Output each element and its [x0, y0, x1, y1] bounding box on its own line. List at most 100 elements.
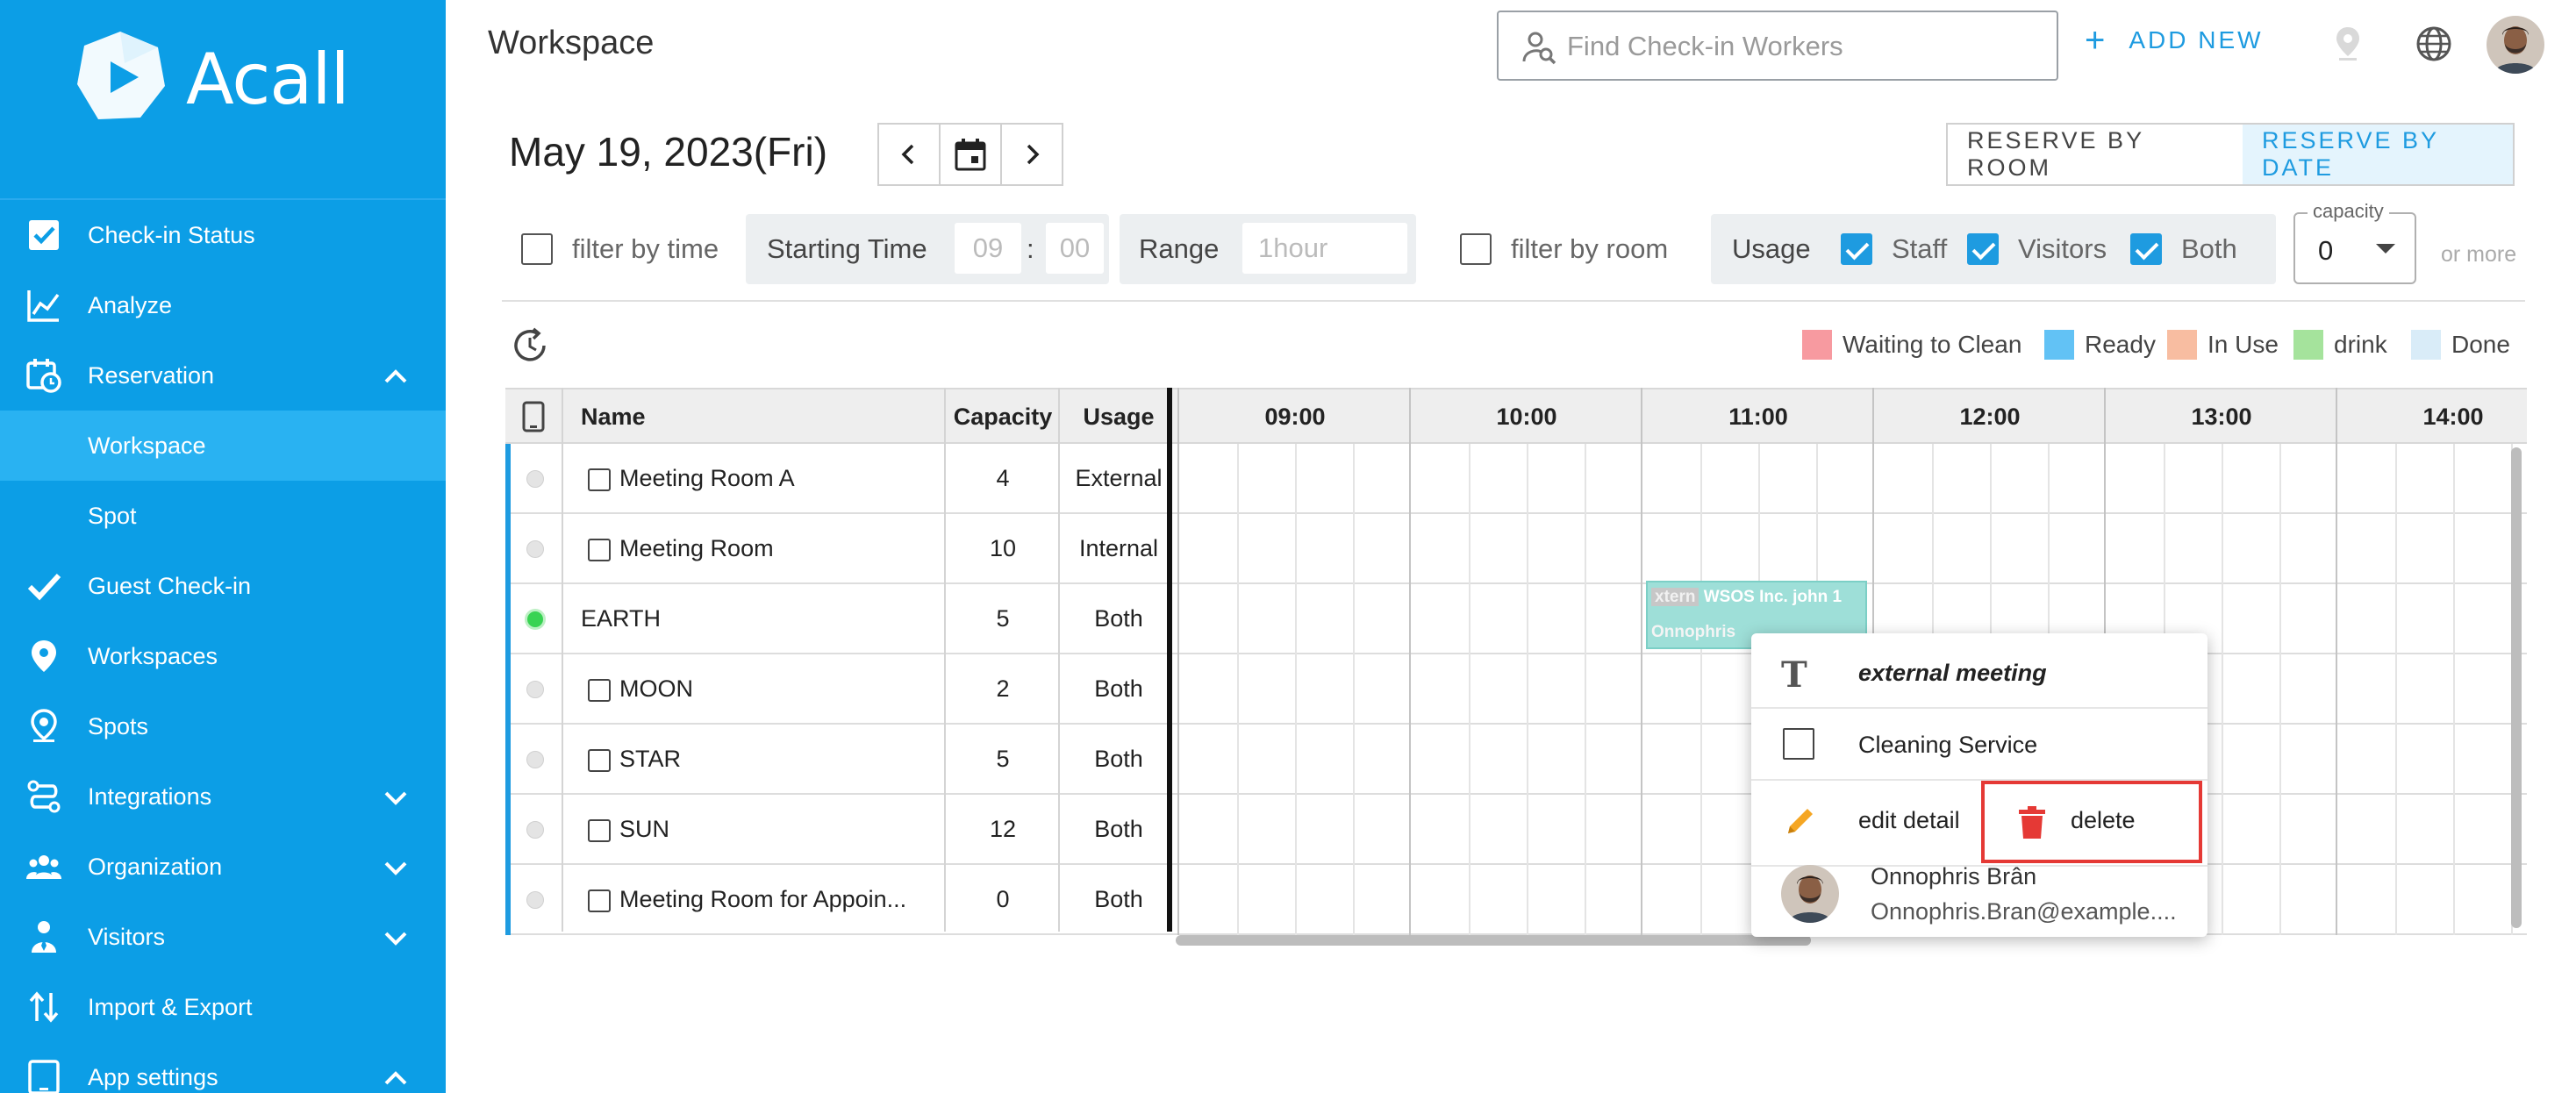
sidebar-item-reservation[interactable]: Reservation	[0, 340, 446, 411]
text-type-icon: T	[1781, 654, 1807, 696]
status-offline-dot	[526, 540, 544, 558]
sidebar-item-import-export[interactable]: Import & Export	[0, 972, 446, 1042]
search-box[interactable]	[1497, 11, 2058, 81]
avatar-photo-icon	[1781, 865, 1839, 923]
capacity-column-header[interactable]: Capacity	[948, 389, 1058, 444]
sidebar-item-spot[interactable]: Spot	[0, 481, 446, 551]
grid-line	[1641, 388, 1642, 935]
sidebar-item-guest-check-in[interactable]: Guest Check-in	[0, 551, 446, 621]
filter-by-time-checkbox[interactable]	[521, 233, 553, 265]
sidebar-item-check-in-status[interactable]: Check-in Status	[0, 200, 446, 270]
range-input[interactable]: 1hour	[1242, 223, 1407, 274]
room-select-checkbox[interactable]	[588, 468, 611, 491]
next-day-button[interactable]	[1000, 123, 1063, 186]
table-row[interactable]: EARTH 5 Both	[505, 584, 2527, 654]
chevron-down-icon[interactable]	[383, 925, 409, 951]
legend-item: Ready	[2044, 330, 2156, 360]
edit-detail-button[interactable]: edit detail	[1858, 807, 1960, 834]
chevron-down-icon[interactable]	[383, 854, 409, 881]
grid-line	[2336, 388, 2337, 935]
legend-item: Done	[2411, 330, 2510, 360]
room-name[interactable]: EARTH	[581, 605, 661, 632]
table-row[interactable]: Meeting Room 10 Internal	[505, 514, 2527, 584]
room-usage: Both	[1094, 886, 1143, 912]
room-name[interactable]: Meeting Room for Appoin...	[619, 886, 906, 913]
starting-hour-input[interactable]: 09	[955, 223, 1021, 274]
calendar-button[interactable]	[939, 123, 1002, 186]
vertical-scrollbar[interactable]	[2511, 447, 2522, 928]
delete-button[interactable]: delete	[1981, 781, 2202, 863]
sidebar-item-visitors[interactable]: Visitors	[0, 902, 446, 972]
staff-checkbox[interactable]	[1841, 233, 1872, 265]
status-offline-dot	[526, 891, 544, 909]
room-name[interactable]: SUN	[619, 816, 669, 843]
grid-line	[1237, 444, 1239, 935]
cleaning-service-label[interactable]: Cleaning Service	[1858, 732, 2037, 759]
visitors-checkbox[interactable]	[1967, 233, 1999, 265]
acall-logo-icon[interactable]	[72, 28, 168, 125]
pencil-icon[interactable]	[1783, 804, 1818, 839]
room-name[interactable]: Meeting Room A	[619, 465, 795, 492]
sidebar-item-workspaces[interactable]: Workspaces	[0, 621, 446, 691]
grid-line	[1409, 388, 1411, 935]
status-online-dot	[525, 609, 546, 630]
chevron-up-icon[interactable]	[383, 1065, 409, 1091]
room-select-checkbox[interactable]	[588, 679, 611, 702]
menu-separator	[1751, 707, 2207, 709]
grid-line	[1469, 444, 1470, 935]
table-row[interactable]: Meeting Room for Appoin... 0 Both	[505, 865, 2527, 935]
starting-minute-input[interactable]: 00	[1046, 223, 1104, 274]
cleaning-service-checkbox[interactable]	[1783, 728, 1814, 760]
sidebar-item-organization[interactable]: Organization	[0, 832, 446, 902]
room-select-checkbox[interactable]	[588, 889, 611, 912]
room-name[interactable]: STAR	[619, 746, 681, 773]
legend-swatch	[2293, 330, 2323, 360]
table-row[interactable]: MOON 2 Both	[505, 654, 2527, 725]
filter-by-room-checkbox[interactable]	[1460, 233, 1492, 265]
visitor-icon	[32, 921, 56, 953]
user-avatar[interactable]	[2487, 16, 2544, 74]
table-row[interactable]: Meeting Room A 4 External	[505, 444, 2527, 514]
reserve-by-room-button[interactable]: RESERVE BY ROOM	[1948, 125, 2243, 184]
pinned-columns-divider[interactable]	[1167, 388, 1172, 932]
sidebar-item-integrations[interactable]: Integrations	[0, 761, 446, 832]
status-offline-dot	[526, 821, 544, 839]
location-pin-icon	[31, 709, 57, 742]
refresh-icon[interactable]	[511, 326, 549, 365]
room-name[interactable]: Meeting Room	[619, 535, 774, 562]
room-capacity: 5	[996, 746, 1010, 772]
search-input[interactable]	[1567, 25, 2041, 68]
reserve-by-date-button[interactable]: RESERVE BY DATE	[2243, 125, 2513, 184]
table-row[interactable]: STAR 5 Both	[505, 725, 2527, 795]
sidebar-item-label: Workspaces	[88, 642, 218, 669]
both-checkbox[interactable]	[2130, 233, 2162, 265]
booking-user-email: Onnophris.Bran@example....	[1871, 898, 2177, 925]
grid-line	[1058, 388, 1060, 932]
chevron-down-icon[interactable]	[383, 784, 409, 811]
sidebar-item-workspace[interactable]: Workspace	[0, 411, 446, 481]
room-name[interactable]: MOON	[619, 675, 693, 703]
globe-icon[interactable]	[2415, 25, 2453, 63]
row-accent-bar	[505, 654, 511, 725]
reservation-table: Name Capacity Usage 09:00 10:00 11:00 12:00…	[505, 388, 2527, 935]
filter-by-time-label: filter by time	[572, 233, 719, 264]
legend-label: Done	[2451, 331, 2510, 358]
sidebar-item-analyze[interactable]: Analyze	[0, 270, 446, 340]
room-select-checkbox[interactable]	[588, 539, 611, 561]
add-new-button[interactable]: + ADD NEW	[2085, 23, 2264, 58]
name-column-header[interactable]: Name	[581, 389, 646, 444]
room-usage: Both	[1094, 816, 1143, 842]
sidebar-item-app-settings[interactable]: App settings	[0, 1042, 446, 1093]
table-row[interactable]: SUN 12 Both	[505, 795, 2527, 865]
chevron-up-icon[interactable]	[383, 363, 409, 389]
usage-column-header[interactable]: Usage	[1062, 389, 1176, 444]
grid-line	[1295, 444, 1297, 935]
capacity-select[interactable]: capacity 0	[2293, 200, 2416, 284]
previous-day-button[interactable]	[877, 123, 941, 186]
room-select-checkbox[interactable]	[588, 819, 611, 842]
sidebar-item-spots[interactable]: Spots	[0, 691, 446, 761]
location-pin-icon[interactable]	[2329, 25, 2367, 63]
calendar-clock-icon	[26, 359, 61, 393]
room-select-checkbox[interactable]	[588, 749, 611, 772]
horizontal-scrollbar[interactable]	[1176, 935, 1811, 946]
